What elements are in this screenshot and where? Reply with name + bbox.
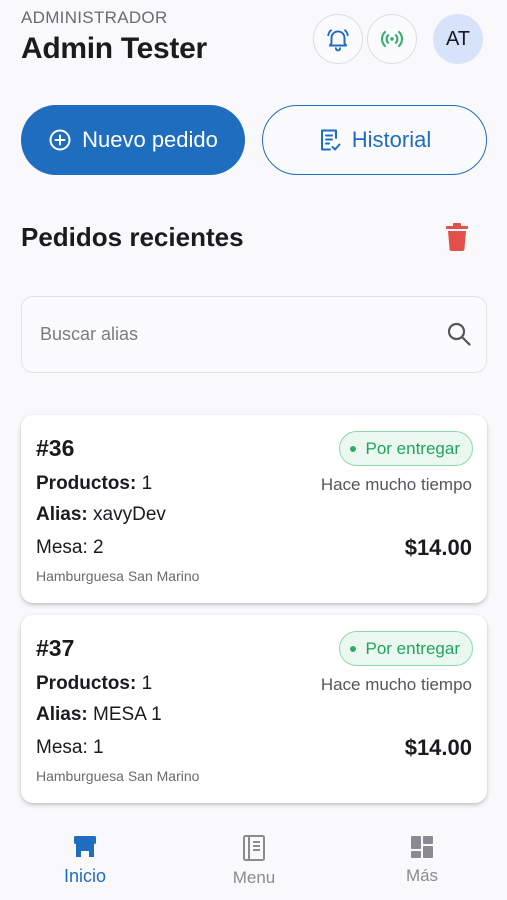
products-label: Productos: [36, 473, 137, 494]
alias-line: Alias: MESA 1 [36, 704, 162, 726]
new-order-label: Nuevo pedido [82, 127, 218, 152]
table-value: 1 [93, 737, 104, 758]
status-badge: Por entregar [338, 431, 473, 466]
nav-item-menu[interactable]: Menu [204, 834, 304, 888]
alias-label: Alias: [36, 504, 88, 525]
nav-menu-label: Menu [232, 868, 276, 887]
products-label: Productos: [36, 673, 137, 694]
alias-label: Alias: [36, 704, 88, 725]
bell-ringing-icon [327, 29, 349, 52]
plus-circle-icon [49, 129, 71, 151]
alias-line: Alias: xavyDev [36, 504, 166, 526]
avatar[interactable]: AT [433, 14, 483, 64]
status-dot [349, 445, 356, 452]
section-title: Pedidos recientes [21, 222, 244, 252]
table-line: Mesa: 2 [36, 537, 104, 559]
history-label: Historial [351, 127, 432, 152]
order-card[interactable]: #37 Por entregar Productos: 1 Hace mucho… [21, 615, 487, 803]
products-line: Productos: 1 [36, 673, 152, 695]
table-value: 2 [93, 537, 104, 558]
alias-value: MESA 1 [93, 704, 162, 725]
book-icon [243, 835, 265, 861]
products-line: Productos: 1 [36, 473, 152, 495]
order-price: $14.00 [404, 735, 472, 760]
alias-value: xavyDev [93, 504, 166, 525]
order-time: Hace mucho tiempo [320, 675, 472, 694]
status-dot [349, 645, 356, 652]
order-price: $14.00 [404, 535, 472, 560]
table-label: Mesa: [36, 537, 88, 558]
products-count: 1 [141, 473, 153, 494]
nav-item-more[interactable]: Más [372, 834, 472, 886]
search-icon[interactable] [446, 321, 472, 347]
receipt-check-icon [320, 129, 341, 151]
order-number: #36 [36, 435, 75, 461]
trash-icon[interactable] [443, 222, 471, 252]
nav-item-home[interactable]: Inicio [35, 834, 135, 887]
new-order-button[interactable]: Nuevo pedido [21, 105, 245, 175]
status-label: Por entregar [365, 438, 461, 458]
user-role: ADMINISTRADOR [21, 8, 168, 27]
bottom-nav: Inicio Menu Más [0, 822, 507, 900]
products-count: 1 [141, 673, 153, 694]
user-name: Admin Tester [21, 32, 207, 65]
search-box [21, 296, 487, 373]
status-badge: Por entregar [338, 631, 473, 666]
search-input[interactable] [40, 297, 440, 372]
nav-home-label: Inicio [63, 866, 107, 886]
storefront-icon [74, 836, 96, 857]
status-label: Por entregar [365, 638, 461, 658]
header: ADMINISTRADOR Admin Tester [21, 8, 207, 66]
history-button[interactable]: Historial [262, 105, 487, 175]
dashboard-grid-icon [411, 836, 433, 858]
table-label: Mesa: [36, 737, 88, 758]
notifications-button[interactable] [313, 14, 363, 64]
connection-status-button[interactable] [367, 14, 417, 64]
order-card[interactable]: #36 Por entregar Productos: 1 Hace mucho… [21, 415, 487, 603]
table-line: Mesa: 1 [36, 737, 104, 759]
broadcast-signal-icon [381, 30, 403, 48]
order-time: Hace mucho tiempo [320, 475, 472, 494]
order-item: Hamburguesa San Marino [36, 568, 200, 584]
nav-more-label: Más [405, 866, 439, 885]
order-item: Hamburguesa San Marino [36, 768, 200, 784]
order-number: #37 [36, 635, 75, 661]
